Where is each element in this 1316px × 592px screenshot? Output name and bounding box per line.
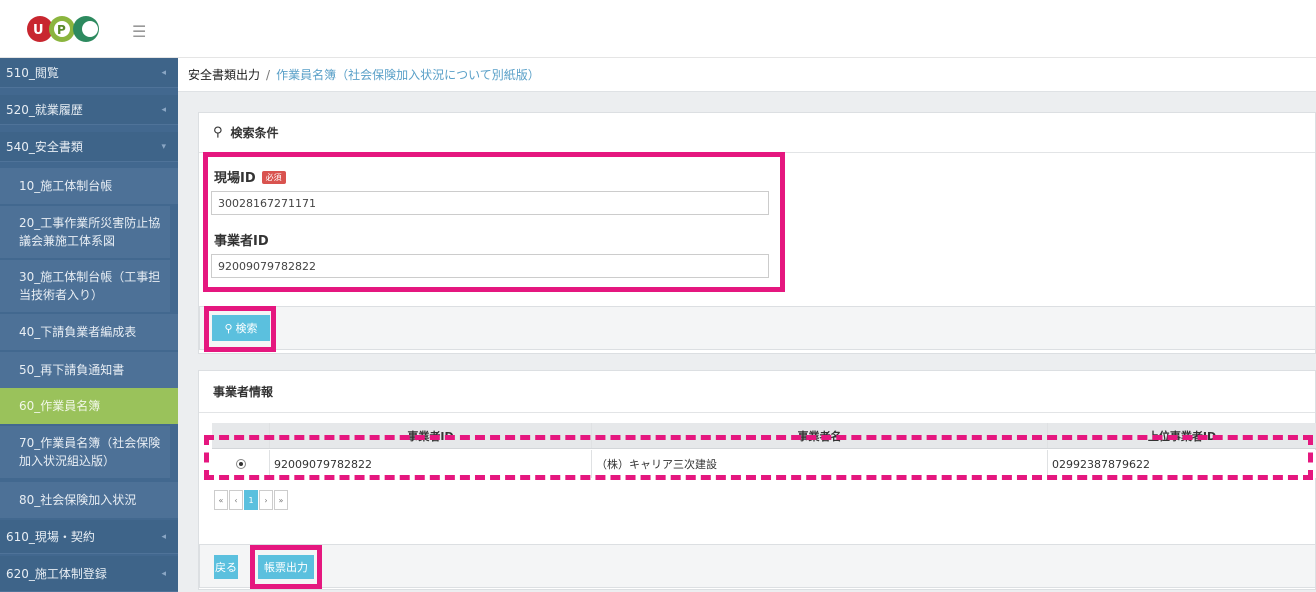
chevron-left-icon: ◂ xyxy=(161,568,166,579)
sidebar-item-510[interactable]: 510_閲覧 ◂ xyxy=(0,58,178,88)
chevron-left-icon: ◂ xyxy=(161,67,166,78)
sidebar-item-40[interactable]: 40_下請負業者編成表 xyxy=(0,314,178,350)
search-button-bar xyxy=(199,306,1316,350)
sidebar-item-10[interactable]: 10_施工体制台帳 xyxy=(0,168,178,204)
sidebar-item-label: 30_施工体制台帳（工事担当技術者入り） xyxy=(19,270,161,302)
sidebar-item-label: 60_作業員名簿 xyxy=(19,399,101,413)
company-info-title-text: 事業者情報 xyxy=(213,385,274,399)
highlight-result-row xyxy=(204,435,1313,480)
sidebar-item-540[interactable]: 540_安全書類 ▾ xyxy=(0,132,178,162)
sidebar-item-60[interactable]: 60_作業員名簿 xyxy=(0,388,178,424)
sidebar-item-label: 40_下請負業者編成表 xyxy=(19,325,137,339)
pager-page-1[interactable]: 1 xyxy=(244,490,258,510)
sidebar-item-80[interactable]: 80_社会保険加入状況 xyxy=(0,482,178,518)
upc-logo-icon: U P xyxy=(27,16,99,42)
breadcrumb-separator: / xyxy=(266,67,271,82)
breadcrumb-root[interactable]: 安全書類出力 xyxy=(188,66,260,83)
pager-last-button[interactable]: » xyxy=(274,490,288,510)
sidebar-item-label: 70_作業員名簿（社会保険加入状況組込版） xyxy=(19,436,161,468)
sidebar-item-label: 520_就業履歴 xyxy=(6,103,83,117)
sidebar-item-label: 80_社会保険加入状況 xyxy=(19,493,137,507)
svg-text:P: P xyxy=(57,23,66,37)
sidebar-item-20[interactable]: 20_工事作業所災害防止協議会兼施工体系図 xyxy=(0,206,170,258)
sidebar-item-610[interactable]: 610_現場・契約 ◂ xyxy=(0,520,178,554)
sidebar-item-label: 20_工事作業所災害防止協議会兼施工体系図 xyxy=(19,216,161,248)
highlight-print-button xyxy=(250,545,322,589)
sidebar-item-70[interactable]: 70_作業員名簿（社会保険加入状況組込版） xyxy=(0,426,170,478)
chevron-left-icon: ◂ xyxy=(161,104,166,115)
sidebar-item-30[interactable]: 30_施工体制台帳（工事担当技術者入り） xyxy=(0,260,170,312)
company-info-title: 事業者情報 xyxy=(199,371,1315,413)
highlight-search-button xyxy=(204,306,276,352)
highlight-search-fields xyxy=(203,152,785,292)
search-panel-title-text: 検索条件 xyxy=(230,126,279,140)
pager-next-button[interactable]: › xyxy=(259,490,273,510)
sidebar-item-620[interactable]: 620_施工体制登録 ◂ xyxy=(0,556,178,592)
action-bar xyxy=(199,544,1316,588)
pager-first-button[interactable]: « xyxy=(214,490,228,510)
sidebar-item-520[interactable]: 520_就業履歴 ◂ xyxy=(0,95,178,125)
breadcrumb: 安全書類出力 / 作業員名簿（社会保険加入状況について別紙版） xyxy=(178,58,1316,92)
sidebar-item-50[interactable]: 50_再下請負通知書 xyxy=(0,352,178,388)
sidebar: 510_閲覧 ◂ 520_就業履歴 ◂ 540_安全書類 ▾ 10_施工体制台帳… xyxy=(0,58,178,592)
pagination: « ‹ 1 › » xyxy=(214,490,289,510)
back-button[interactable]: 戻る xyxy=(214,555,238,579)
svg-text:U: U xyxy=(33,23,44,38)
pager-prev-button[interactable]: ‹ xyxy=(229,490,243,510)
hamburger-icon[interactable]: ☰ xyxy=(132,22,146,41)
sidebar-item-label: 510_閲覧 xyxy=(6,66,59,80)
top-bar: U P ☰ xyxy=(0,0,1316,58)
chevron-left-icon: ◂ xyxy=(161,531,166,542)
search-icon: ⚲ xyxy=(213,125,223,140)
search-panel-title: ⚲ 検索条件 xyxy=(199,113,1315,153)
sidebar-item-label: 540_安全書類 xyxy=(6,140,83,154)
sidebar-item-label: 610_現場・契約 xyxy=(6,530,95,544)
breadcrumb-current: 作業員名簿（社会保険加入状況について別紙版） xyxy=(276,68,540,82)
sidebar-item-label: 10_施工体制台帳 xyxy=(19,179,113,193)
sidebar-item-label: 50_再下請負通知書 xyxy=(19,363,125,377)
sidebar-item-label: 620_施工体制登録 xyxy=(6,567,107,581)
chevron-down-icon: ▾ xyxy=(161,141,166,152)
